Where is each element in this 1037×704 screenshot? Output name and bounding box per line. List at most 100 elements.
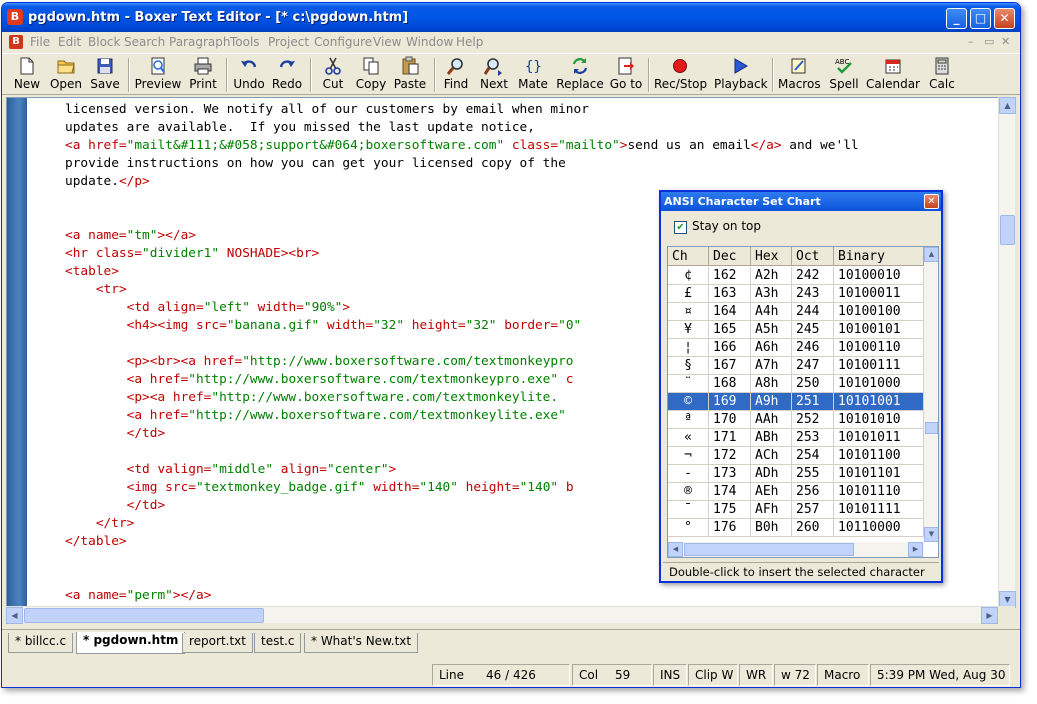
grid-scroll-thumb[interactable] [925, 422, 938, 434]
menu-window[interactable]: Window [406, 35, 453, 49]
code-line[interactable]: update.</p> [65, 173, 859, 191]
grid-vertical-scrollbar[interactable]: ▲ ▼ [924, 247, 938, 542]
cut-button[interactable]: Cut [318, 56, 348, 94]
status-column[interactable]: Col 59 [572, 664, 652, 686]
title-bar[interactable]: B pgdown.htm - Boxer Text Editor - [* c:… [2, 3, 1020, 32]
playback-button[interactable]: Playback [714, 56, 768, 94]
tab-test[interactable]: test.c [254, 633, 302, 653]
vertical-scroll-thumb[interactable] [1000, 215, 1015, 245]
table-row[interactable]: ® 174 AEh 256 10101110 [668, 483, 924, 501]
mdi-close-icon[interactable]: ✕ [1001, 35, 1010, 48]
table-row[interactable]: ¢ 162 A2h 242 10100010 [668, 267, 924, 285]
scroll-left-icon[interactable]: ◀ [6, 607, 23, 624]
menu-view[interactable]: View [373, 35, 401, 49]
grid-horizontal-scrollbar[interactable]: ◀ ▶ [668, 542, 924, 557]
new-button[interactable]: New [12, 56, 42, 94]
code-line[interactable]: updates are available. If you missed the… [65, 119, 859, 137]
tab-billcc[interactable]: * billcc.c [8, 633, 74, 653]
table-row[interactable]: £163 A3h 243 10100011 [668, 285, 924, 303]
menu-block[interactable]: Block [88, 35, 120, 49]
ansi-dialog-close-icon[interactable]: ✕ [924, 194, 939, 209]
horizontal-scrollbar[interactable]: ◀ ▶ [6, 606, 998, 624]
spell-button[interactable]: ABC Spell [826, 56, 862, 94]
macros-button[interactable]: Macros [778, 56, 821, 94]
maximize-button[interactable]: □ [970, 8, 991, 29]
goto-button[interactable]: Go to [608, 56, 644, 94]
column-header-hex[interactable]: Hex [751, 247, 792, 266]
tab-report[interactable]: report.txt [182, 633, 253, 653]
table-row[interactable]: © 169 A9h 251 10101001 [668, 393, 924, 411]
vertical-scrollbar[interactable]: ▲ ▼ [998, 97, 1016, 608]
table-row[interactable]: ª 170 AAh 252 10101010 [668, 411, 924, 429]
menu-tools[interactable]: Tools [230, 35, 260, 49]
status-width[interactable]: w 72 [774, 664, 816, 686]
code-line[interactable]: licensed version. We notify all of our c… [65, 101, 859, 119]
table-row[interactable]: «171 ABh 253 10101011 [668, 429, 924, 447]
grid-hscroll-thumb[interactable] [684, 543, 854, 556]
table-row[interactable]: -173 ADh 255 10101101 [668, 465, 924, 483]
code-line[interactable]: provide instructions on how you can get … [65, 155, 859, 173]
table-row[interactable]: § 167 A7h 247 10100111 [668, 357, 924, 375]
table-row[interactable]: ¥165 A5h 245 10100101 [668, 321, 924, 339]
mdi-restore-icon[interactable]: ▭ [984, 35, 994, 48]
grid-scroll-up-icon[interactable]: ▲ [924, 247, 938, 262]
ansi-dialog-title[interactable]: ANSI Character Set Chart [661, 192, 941, 211]
undo-button[interactable]: Undo [232, 56, 266, 94]
code-line[interactable]: <a href="mailt&#111;&#058;support&#064;b… [65, 137, 859, 155]
preview-button[interactable]: Preview [134, 56, 182, 94]
editor-gutter[interactable] [7, 98, 27, 607]
next-button[interactable]: Next [478, 56, 510, 94]
menu-edit[interactable]: Edit [58, 35, 81, 49]
document-icon[interactable]: B [9, 35, 23, 49]
grid-scroll-down-icon[interactable]: ▼ [924, 527, 938, 542]
print-button[interactable]: Print [186, 56, 220, 94]
calc-button[interactable]: Calc [926, 56, 958, 94]
calendar-button[interactable]: Calendar [866, 56, 920, 94]
minimize-button[interactable]: _ [946, 8, 967, 29]
column-header-dec[interactable]: Dec [709, 247, 751, 266]
character-grid[interactable]: Ch Dec Hex Oct Binary ¢ 162 A2h 242 10100010… [667, 246, 939, 558]
status-wordwrap[interactable]: WR [739, 664, 773, 686]
copy-button[interactable]: Copy [354, 56, 388, 94]
find-button[interactable]: Find [440, 56, 472, 94]
table-row[interactable]: ¨ 168 A8h 250 10101000 [668, 375, 924, 393]
save-button[interactable]: Save [88, 56, 122, 94]
open-button[interactable]: Open [48, 56, 84, 94]
horizontal-scroll-thumb[interactable] [24, 608, 264, 623]
menu-search[interactable]: Search [124, 35, 165, 49]
menu-configure[interactable]: Configure [314, 35, 372, 49]
menu-file[interactable]: File [30, 35, 50, 49]
grid-scroll-right-icon[interactable]: ▶ [908, 542, 923, 557]
mate-button[interactable]: {} Mate [516, 56, 550, 94]
scroll-right-icon[interactable]: ▶ [981, 607, 998, 624]
status-ins[interactable]: INS [653, 664, 687, 686]
table-row[interactable]: ° 176 B0h 260 10110000 [668, 519, 924, 537]
scroll-up-icon[interactable]: ▲ [999, 97, 1016, 114]
code-line[interactable]: <a name="perm"></a> [65, 587, 859, 605]
tab-whats-new[interactable]: * What's New.txt [304, 633, 419, 653]
menu-project[interactable]: Project [268, 35, 309, 49]
replace-button[interactable]: Replace [556, 56, 604, 94]
table-row[interactable]: ¯ 175 AFh 257 10101111 [668, 501, 924, 519]
rec-stop-button[interactable]: Rec/Stop [654, 56, 707, 94]
stay-on-top-label[interactable]: Stay on top [692, 219, 761, 233]
app-icon[interactable]: B [7, 9, 23, 25]
mdi-minimize-icon[interactable]: – [968, 35, 974, 48]
menu-paragraph[interactable]: Paragraph [169, 35, 230, 49]
redo-button[interactable]: Redo [270, 56, 304, 94]
close-button[interactable]: ✕ [994, 8, 1015, 29]
menu-help[interactable]: Help [456, 35, 483, 49]
tab-pgdown[interactable]: * pgdown.htm [76, 632, 186, 654]
status-line[interactable]: Line 46 / 426 [432, 664, 570, 686]
table-row[interactable]: ¬ 172 ACh 254 10101100 [668, 447, 924, 465]
grid-scroll-left-icon[interactable]: ◀ [668, 542, 683, 557]
status-macro[interactable]: Macro [817, 664, 869, 686]
column-header-oct[interactable]: Oct [792, 247, 834, 266]
table-row[interactable]: ¦ 166 A6h 246 10100110 [668, 339, 924, 357]
column-header-ch[interactable]: Ch [668, 247, 709, 266]
column-header-binary[interactable]: Binary [834, 247, 924, 266]
status-clip[interactable]: Clip W [688, 664, 738, 686]
paste-button[interactable]: Paste [392, 56, 428, 94]
table-row[interactable]: ¤ 164 A4h 244 10100100 [668, 303, 924, 321]
stay-on-top-checkbox[interactable]: ✔ [674, 221, 687, 234]
